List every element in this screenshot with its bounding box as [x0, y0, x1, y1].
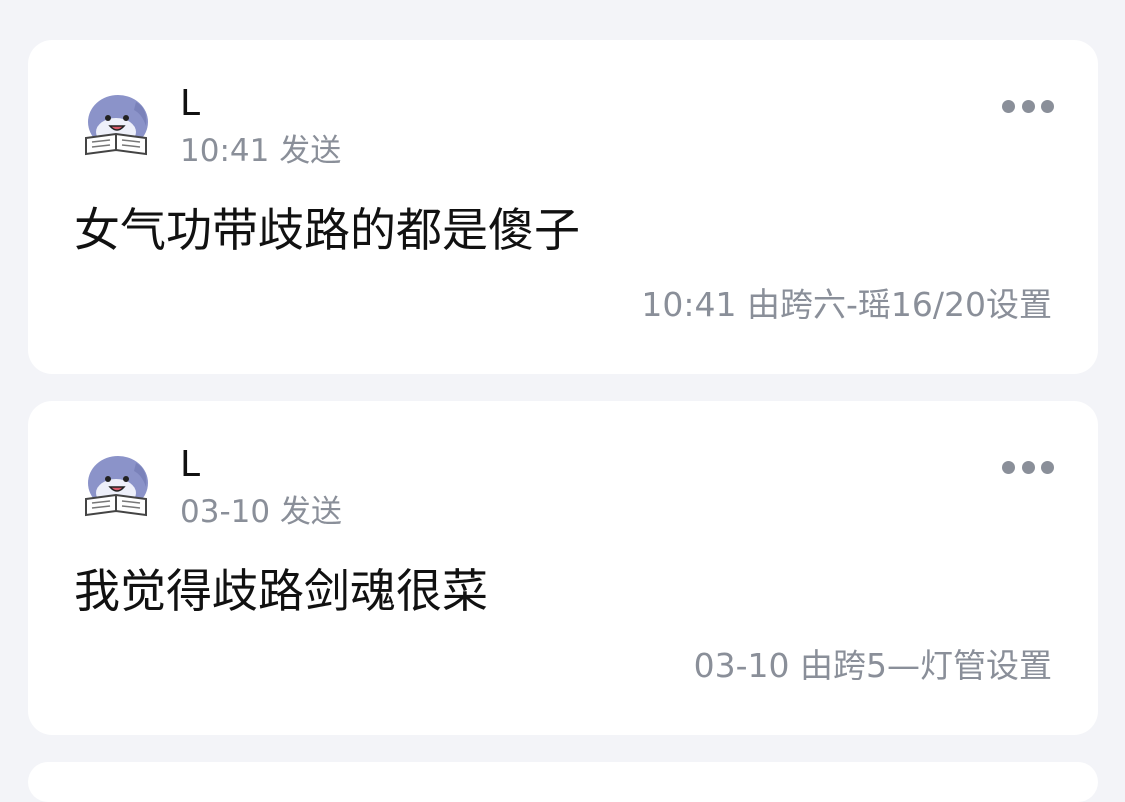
- more-dot: [1041, 99, 1054, 113]
- sent-time: 10:41 发送: [180, 133, 342, 169]
- message-footer: 10:41 由跨六-瑶16/20设置: [641, 285, 1052, 324]
- message-card: L 03-10 发送 我觉得歧路剑魂很菜 03-10 由跨5—灯管设置: [28, 401, 1098, 735]
- more-dot: [1021, 460, 1035, 474]
- more-dot: [1041, 460, 1054, 474]
- message-text: 我觉得歧路剑魂很菜: [74, 564, 488, 618]
- message-feed: L 10:41 发送 女气功带歧路的都是傻子 10:41 由跨六-瑶16/20设…: [0, 0, 1125, 802]
- more-options-icon[interactable]: [1002, 457, 1054, 477]
- message-card-partial: [28, 762, 1098, 802]
- message-footer: 03-10 由跨5—灯管设置: [693, 646, 1052, 685]
- shark-reading-avatar-icon[interactable]: [76, 82, 156, 162]
- message-text: 女气功带歧路的都是傻子: [74, 203, 580, 257]
- more-dot: [1002, 460, 1015, 474]
- more-dot: [1002, 99, 1015, 113]
- message-card: L 10:41 发送 女气功带歧路的都是傻子 10:41 由跨六-瑶16/20设…: [28, 40, 1098, 374]
- sent-time: 03-10 发送: [180, 494, 342, 530]
- shark-reading-avatar-icon[interactable]: [76, 443, 156, 523]
- author-name[interactable]: L: [180, 84, 200, 124]
- more-options-icon[interactable]: [1002, 96, 1054, 116]
- more-dot: [1021, 99, 1035, 113]
- author-name[interactable]: L: [180, 445, 200, 485]
